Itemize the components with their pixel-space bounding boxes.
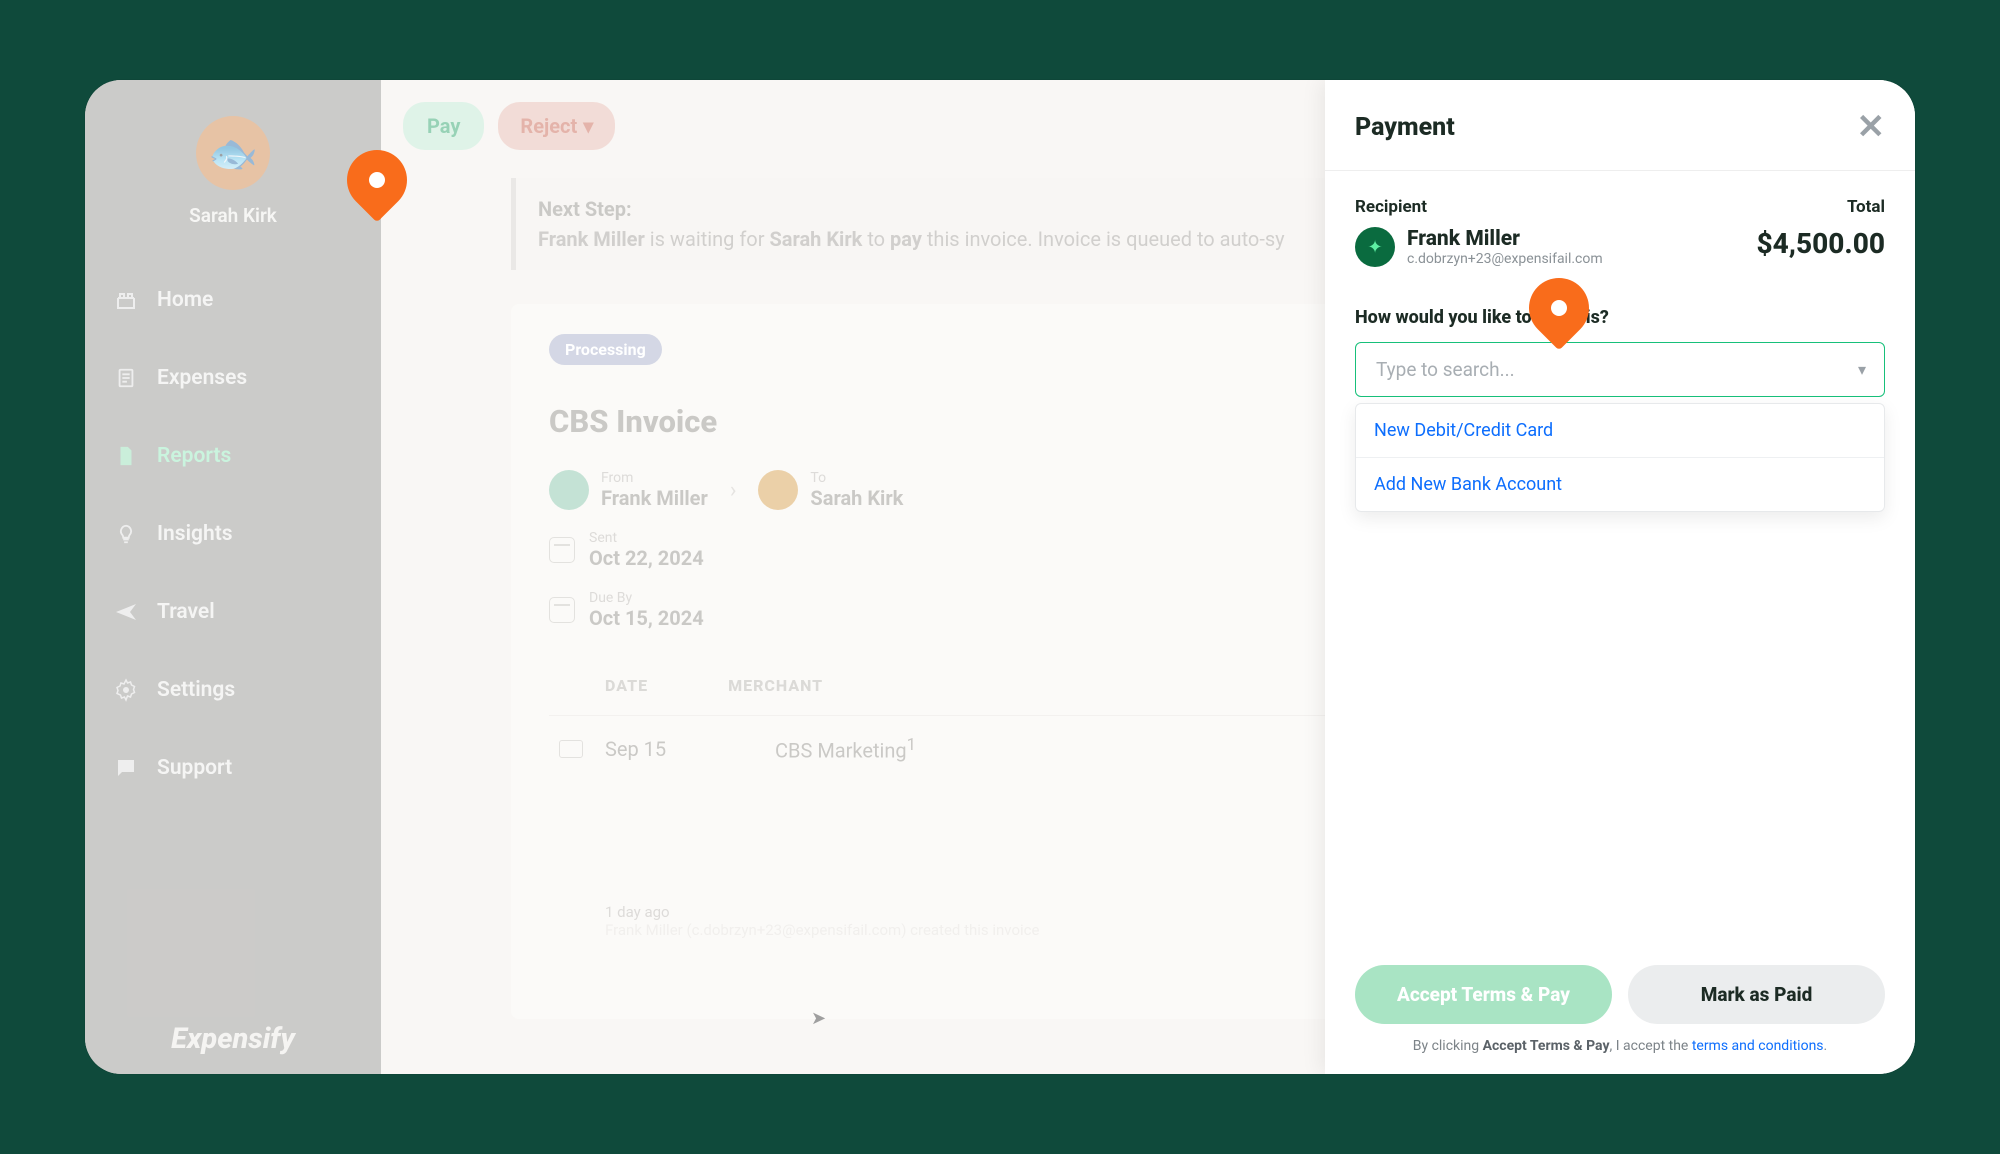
gear-icon bbox=[113, 677, 139, 703]
profile-block: 🐟 Sarah Kirk bbox=[85, 80, 381, 253]
reject-button[interactable]: Reject ▾ bbox=[498, 102, 615, 150]
from-label: From bbox=[601, 470, 708, 486]
to-block: To Sarah Kirk bbox=[758, 470, 903, 510]
panel-footer: Accept Terms & Pay Mark as Paid By click… bbox=[1355, 945, 1885, 1074]
recipient-avatar: ✦ bbox=[1355, 227, 1395, 267]
recipient-row: ✦ Frank Miller c.dobrzyn+23@expensifail.… bbox=[1355, 227, 1885, 267]
terms-link[interactable]: terms and conditions bbox=[1692, 1038, 1824, 1054]
payment-method-label: How would you like to pay this? bbox=[1355, 307, 1885, 328]
calendar-icon bbox=[549, 537, 575, 563]
chat-icon bbox=[113, 755, 139, 781]
document-icon bbox=[113, 365, 139, 391]
sidebar-item-label: Reports bbox=[157, 444, 231, 468]
recipient-total-labels: Recipient Total bbox=[1355, 197, 1885, 217]
option-new-card[interactable]: New Debit/Credit Card bbox=[1356, 404, 1884, 457]
status-badge: Processing bbox=[549, 334, 662, 365]
plane-icon bbox=[113, 599, 139, 625]
due-label: Due By bbox=[589, 590, 704, 606]
sidebar-item-label: Support bbox=[157, 756, 232, 780]
recipient-info: ✦ Frank Miller c.dobrzyn+23@expensifail.… bbox=[1355, 227, 1603, 267]
sidebar-item-label: Expenses bbox=[157, 366, 247, 390]
footer-buttons: Accept Terms & Pay Mark as Paid bbox=[1355, 965, 1885, 1024]
sidebar-item-travel[interactable]: Travel bbox=[85, 573, 381, 651]
sidebar-item-label: Home bbox=[157, 288, 213, 312]
brand-logo: Expensify bbox=[85, 1022, 381, 1056]
due-value: Oct 15, 2024 bbox=[589, 606, 704, 630]
recipient-name: Frank Miller bbox=[1407, 227, 1603, 251]
user-avatar[interactable]: 🐟 bbox=[196, 116, 270, 190]
mark-as-paid-button[interactable]: Mark as Paid bbox=[1628, 965, 1885, 1024]
sidebar-item-expenses[interactable]: Expenses bbox=[85, 339, 381, 417]
payment-method-select[interactable]: ▾ bbox=[1355, 342, 1885, 397]
payment-method-dropdown: New Debit/Credit Card Add New Bank Accou… bbox=[1355, 403, 1885, 512]
terms-disclaimer: By clicking Accept Terms & Pay, I accept… bbox=[1355, 1038, 1885, 1054]
sidebar-item-support[interactable]: Support bbox=[85, 729, 381, 807]
payment-method-input[interactable] bbox=[1374, 357, 1858, 382]
sidebar-item-insights[interactable]: Insights bbox=[85, 495, 381, 573]
close-icon[interactable]: ✕ bbox=[1857, 110, 1886, 144]
to-name: Sarah Kirk bbox=[810, 486, 903, 510]
sidebar-item-settings[interactable]: Settings bbox=[85, 651, 381, 729]
sent-value: Oct 22, 2024 bbox=[589, 546, 704, 570]
cell-merchant: CBS Marketing1 bbox=[775, 736, 916, 763]
from-block: From Frank Miller bbox=[549, 470, 708, 510]
sidebar-item-label: Travel bbox=[157, 600, 215, 624]
total-label: Total bbox=[1847, 197, 1885, 217]
cell-date: Sep 15 bbox=[605, 737, 695, 761]
file-icon bbox=[113, 443, 139, 469]
mouse-cursor-icon: ➤ bbox=[811, 1008, 826, 1029]
chevron-down-icon: ▾ bbox=[1858, 360, 1866, 379]
from-name: Frank Miller bbox=[601, 486, 708, 510]
sidebar-item-reports[interactable]: Reports bbox=[85, 417, 381, 495]
panel-header: Payment ✕ bbox=[1325, 110, 1915, 171]
sidebar-nav: Home Expenses Reports Insights bbox=[85, 261, 381, 807]
app-window: 🐟 Sarah Kirk Home Expenses Reports bbox=[85, 80, 1915, 1074]
sent-label: Sent bbox=[589, 530, 704, 546]
receipt-icon bbox=[559, 740, 583, 758]
col-date: DATE bbox=[605, 676, 648, 695]
sidebar-item-label: Settings bbox=[157, 678, 235, 702]
panel-title: Payment bbox=[1355, 113, 1455, 142]
recipient-label: Recipient bbox=[1355, 197, 1427, 217]
sidebar: 🐟 Sarah Kirk Home Expenses Reports bbox=[85, 80, 381, 1074]
to-label: To bbox=[810, 470, 903, 486]
calendar-icon bbox=[549, 597, 575, 623]
option-new-bank[interactable]: Add New Bank Account bbox=[1356, 457, 1884, 511]
profile-name[interactable]: Sarah Kirk bbox=[189, 204, 277, 227]
pay-button[interactable]: Pay bbox=[403, 102, 484, 150]
arrow-right-icon: › bbox=[730, 478, 737, 503]
sidebar-item-home[interactable]: Home bbox=[85, 261, 381, 339]
recipient-email: c.dobrzyn+23@expensifail.com bbox=[1407, 251, 1603, 267]
sidebar-item-label: Insights bbox=[157, 522, 233, 546]
total-amount: $4,500.00 bbox=[1756, 227, 1885, 260]
chevron-down-icon: ▾ bbox=[583, 114, 593, 138]
from-avatar bbox=[549, 470, 589, 510]
to-avatar bbox=[758, 470, 798, 510]
reject-label: Reject bbox=[520, 114, 577, 138]
col-merchant: MERCHANT bbox=[728, 676, 823, 695]
payment-panel: Payment ✕ Recipient Total ✦ Frank Miller… bbox=[1325, 80, 1915, 1074]
home-icon bbox=[113, 287, 139, 313]
accept-terms-pay-button[interactable]: Accept Terms & Pay bbox=[1355, 965, 1612, 1024]
bulb-icon bbox=[113, 521, 139, 547]
